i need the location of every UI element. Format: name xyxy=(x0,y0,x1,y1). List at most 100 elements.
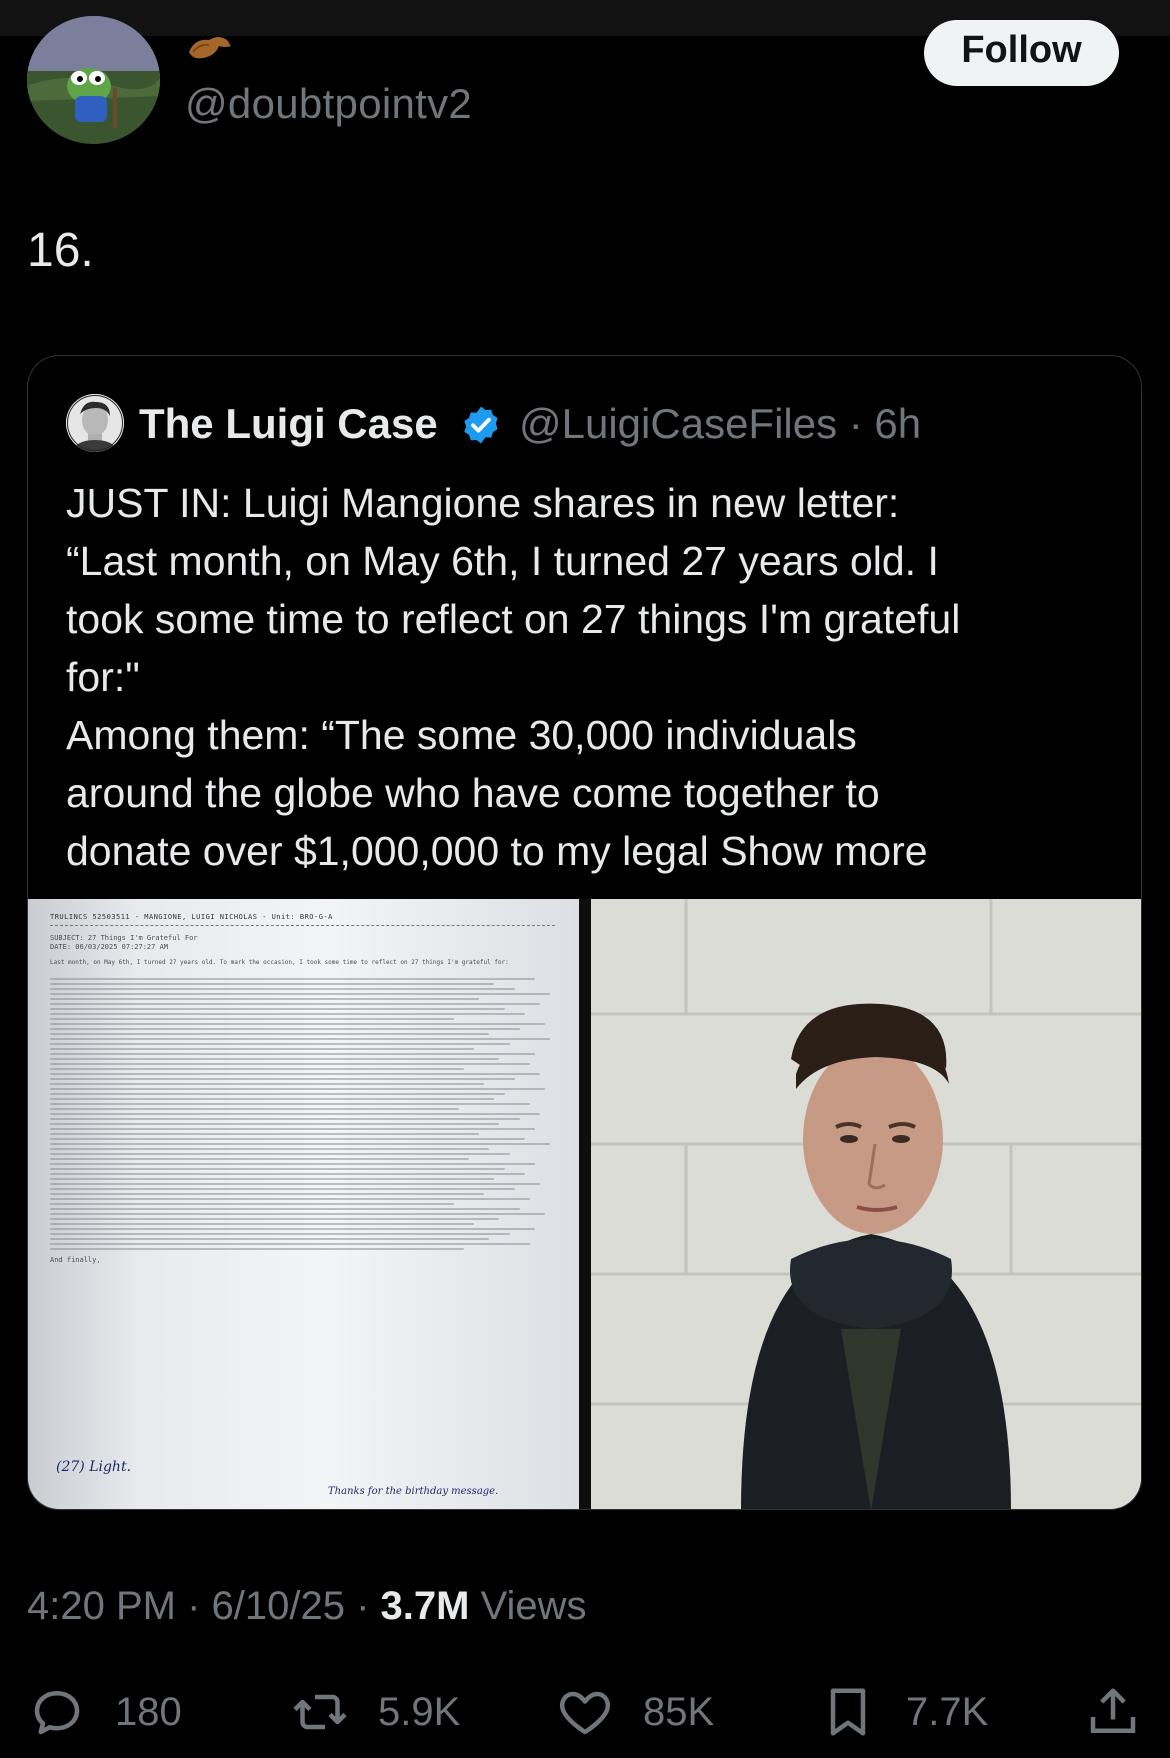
letter-closing: And finally, xyxy=(50,1256,101,1264)
verified-badge-icon xyxy=(464,406,498,444)
letter-text-line xyxy=(50,1108,460,1110)
letter-text-line xyxy=(50,1168,505,1170)
letter-text-line xyxy=(50,1028,520,1030)
reply-count: 180 xyxy=(115,1689,182,1734)
flexed-arm-emoji-icon xyxy=(185,30,237,70)
quoted-media[interactable]: TRULINCS 52503511 - MANGIONE, LUIGI NICH… xyxy=(28,899,1141,1509)
letter-text-line xyxy=(50,1038,550,1040)
bookmark-icon xyxy=(830,1688,866,1736)
letter-text-line xyxy=(50,1173,525,1175)
quoted-text-line: “Last month, on May 6th, I turned 27 yea… xyxy=(66,538,939,584)
letter-handwritten-note: Thanks for the birthday message. xyxy=(328,1486,499,1497)
letter-text-line xyxy=(50,1073,540,1075)
reply-button[interactable]: 180 xyxy=(27,1672,182,1752)
post-meta: 4:20 PM · 6/10/25 · 3.7M Views xyxy=(27,1584,587,1629)
letter-text-line xyxy=(50,1158,470,1160)
letter-text-line xyxy=(50,1143,550,1145)
letter-text-line xyxy=(50,1223,475,1225)
letter-text-line xyxy=(50,998,480,1000)
letter-text-line xyxy=(50,1078,515,1080)
follow-button[interactable]: Follow xyxy=(924,20,1119,86)
views-count: 3.7M xyxy=(380,1584,470,1628)
action-bar: 180 5.9K 85K 7.7K xyxy=(0,1672,1170,1752)
reply-icon xyxy=(34,1691,80,1735)
letter-text-line xyxy=(50,1058,500,1060)
views-label: Views xyxy=(469,1584,587,1628)
letter-header: TRULINCS 52503511 - MANGIONE, LUIGI NICH… xyxy=(50,913,333,921)
bookmark-button[interactable]: 7.7K xyxy=(818,1672,988,1752)
letter-text-line xyxy=(50,1008,505,1010)
letter-text-line xyxy=(50,1123,500,1125)
letter-text-line xyxy=(50,983,495,985)
letter-text-line xyxy=(50,1248,465,1250)
quoted-post-card[interactable]: The Luigi Case @LuigiCaseFiles · 6h JUST… xyxy=(27,355,1142,1510)
letter-date: DATE: 06/03/2025 07:27:27 AM xyxy=(50,943,169,951)
quoted-author-avatar[interactable] xyxy=(66,394,124,452)
author-handle[interactable]: @doubtpointv2 xyxy=(185,80,472,128)
letter-text-line xyxy=(50,1153,510,1155)
letter-text-line xyxy=(50,1213,545,1215)
letter-text-line xyxy=(50,1103,530,1105)
letter-text-line xyxy=(50,1088,545,1090)
like-count: 85K xyxy=(643,1689,715,1734)
letter-text-line xyxy=(50,1068,465,1070)
author-avatar[interactable] xyxy=(27,16,160,144)
letter-text-line xyxy=(50,1183,540,1185)
letter-text-line xyxy=(50,1113,540,1115)
quoted-author-handle-time[interactable]: @LuigiCaseFiles · 6h xyxy=(519,400,921,448)
letter-text-line xyxy=(50,1218,500,1220)
letter-text-line xyxy=(50,1138,525,1140)
heart-icon xyxy=(559,1691,611,1735)
letter-text-line xyxy=(50,1043,510,1045)
letter-text-line xyxy=(50,1093,505,1095)
letter-text-line xyxy=(50,1063,530,1065)
letter-text-line xyxy=(50,1053,535,1055)
post-text: 16. xyxy=(27,224,94,277)
quoted-text-line: for:" xyxy=(66,654,140,700)
repost-count: 5.9K xyxy=(378,1689,461,1734)
letter-text-line xyxy=(50,1193,485,1195)
repost-button[interactable]: 5.9K xyxy=(290,1672,460,1752)
letter-text-line xyxy=(50,1118,520,1120)
show-more-link[interactable]: Show more xyxy=(720,828,927,874)
bookmark-count: 7.7K xyxy=(906,1689,989,1734)
share-button[interactable] xyxy=(1083,1672,1143,1752)
letter-text-line xyxy=(50,1013,525,1015)
letter-text-line xyxy=(50,1188,515,1190)
quoted-post-text: JUST IN: Luigi Mangione shares in new le… xyxy=(66,474,1126,880)
letter-text-line xyxy=(50,1198,530,1200)
letter-text-line xyxy=(50,1238,490,1240)
portrait-illustration xyxy=(591,899,1141,1509)
letter-text-line xyxy=(50,1228,535,1230)
quoted-text-line: Among them: “The some 30,000 individuals xyxy=(66,712,857,758)
letter-subject: SUBJECT: 27 Things I'm Grateful For xyxy=(50,934,198,942)
letter-image[interactable]: TRULINCS 52503511 - MANGIONE, LUIGI NICH… xyxy=(28,899,579,1509)
letter-handwritten-signoff: (27) Light. xyxy=(56,1459,132,1475)
quoted-author-name[interactable]: The Luigi Case xyxy=(139,400,438,448)
letter-text-line xyxy=(50,1148,490,1150)
quoted-text-line: JUST IN: Luigi Mangione shares in new le… xyxy=(66,480,900,526)
letter-text-line xyxy=(50,1128,535,1130)
share-icon xyxy=(1090,1688,1136,1733)
letter-text-line xyxy=(50,978,535,980)
letter-text-line xyxy=(50,1048,475,1050)
post-timestamp[interactable]: 4:20 PM · 6/10/25 · xyxy=(27,1584,381,1628)
letter-text-line xyxy=(50,1163,535,1165)
quoted-text-line: took some time to reflect on 27 things I… xyxy=(66,596,961,642)
letter-intro: Last month, on May 6th, I turned 27 year… xyxy=(50,959,509,966)
repost-icon xyxy=(293,1694,347,1730)
quoted-text-line: around the globe who have come together … xyxy=(66,770,880,816)
letter-text-line xyxy=(50,988,515,990)
letter-text-line xyxy=(50,1033,490,1035)
letter-text-line xyxy=(50,1023,545,1025)
portrait-photo[interactable] xyxy=(591,899,1141,1509)
quoted-text-line-last: donate over $1,000,000 to my legal Show … xyxy=(66,822,1126,880)
letter-text-line xyxy=(50,993,550,995)
letter-text-line xyxy=(50,1208,520,1210)
letter-text-line xyxy=(50,1243,530,1245)
letter-body-lines xyxy=(50,978,555,1250)
letter-text-line xyxy=(50,1003,540,1005)
letter-text-line xyxy=(50,1178,495,1180)
letter-text-line xyxy=(50,1233,510,1235)
like-button[interactable]: 85K xyxy=(555,1672,714,1752)
